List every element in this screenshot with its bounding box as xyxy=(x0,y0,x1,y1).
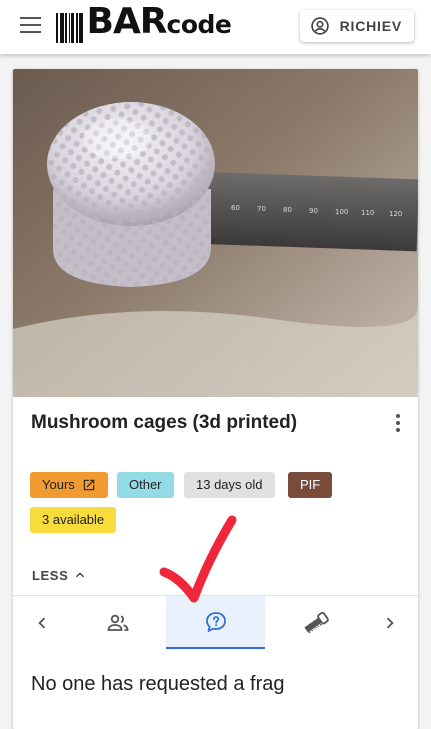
chevron-left-icon xyxy=(38,617,46,628)
app-logo[interactable]: BARcode xyxy=(56,4,232,43)
chip-yours[interactable]: Yours xyxy=(30,472,108,498)
ruler-tick: 90 xyxy=(309,207,318,215)
ruler-tick: 120 xyxy=(389,210,402,218)
chip-age: 13 days old xyxy=(184,472,275,498)
item-card: 60 70 80 90 100 110 120 Mushroom cages (… xyxy=(13,69,418,729)
chip-yours-label: Yours xyxy=(42,477,75,492)
tab-scroll-next[interactable] xyxy=(371,596,409,649)
account-circle-icon xyxy=(310,17,329,35)
question-bubble-icon xyxy=(205,611,226,632)
logo-text: BARcode xyxy=(87,4,232,43)
less-toggle[interactable]: LESS xyxy=(32,567,88,583)
logo-text-rest: code xyxy=(166,10,232,39)
tab-people[interactable] xyxy=(73,596,163,649)
chevron-up-icon xyxy=(76,572,85,578)
chip-pif: PIF xyxy=(288,472,333,498)
logo-text-bold: BAR xyxy=(86,1,168,42)
people-icon xyxy=(107,614,129,631)
ruler-tick: 80 xyxy=(283,206,292,214)
chip-available: 3 available xyxy=(30,507,117,533)
ruler-tick: 100 xyxy=(335,208,348,216)
more-vert-icon[interactable] xyxy=(390,414,406,434)
saw-icon xyxy=(303,611,329,633)
user-account-button[interactable]: RICHIEV xyxy=(299,10,414,42)
less-label: LESS xyxy=(32,567,69,583)
tab-scroll-prev[interactable] xyxy=(23,596,61,649)
ruler-tick: 60 xyxy=(231,204,240,212)
user-name-label: RICHIEV xyxy=(339,18,402,34)
menu-icon[interactable] xyxy=(20,17,41,34)
item-tabs xyxy=(13,595,418,649)
tab-requests[interactable] xyxy=(166,596,265,649)
item-photo[interactable]: 60 70 80 90 100 110 120 xyxy=(13,69,418,397)
tab-cutting[interactable] xyxy=(268,596,363,649)
barcode-logo-icon xyxy=(56,13,85,43)
ruler-tick: 110 xyxy=(361,209,374,217)
ruler-tick: 70 xyxy=(257,205,266,213)
requests-empty-message: No one has requested a frag xyxy=(31,673,285,695)
chip-other: Other xyxy=(117,472,174,498)
app-bar: BARcode RICHIEV xyxy=(0,0,431,54)
chevron-right-icon xyxy=(386,617,394,628)
open-in-new-icon xyxy=(83,479,95,491)
item-title: Mushroom cages (3d printed) xyxy=(31,412,298,433)
